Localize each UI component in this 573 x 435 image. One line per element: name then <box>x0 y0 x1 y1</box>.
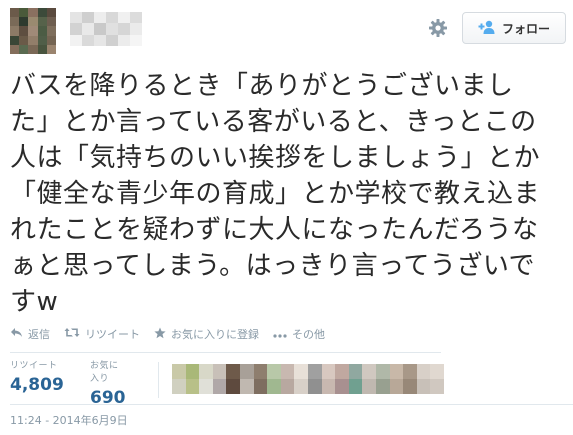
favoriter-avatars-blurred[interactable] <box>172 364 444 394</box>
avatar[interactable] <box>10 8 56 54</box>
tweet-header: フォロー <box>0 0 573 60</box>
divider <box>10 404 573 405</box>
favorite-count-label: お気に入り <box>90 361 119 384</box>
retweet-button[interactable]: リツイート <box>64 326 140 342</box>
star-icon <box>154 327 166 342</box>
user-name-blurred[interactable] <box>70 12 142 46</box>
divider <box>10 352 441 353</box>
more-button[interactable]: その他 <box>273 326 325 342</box>
stats-separator <box>158 362 159 398</box>
tweet-text: バスを降りるとき「ありがとうございまし た」とか言っている客がいると、きっとこの… <box>10 71 541 317</box>
more-label: その他 <box>292 328 325 341</box>
retweet-count-label: リツイート <box>10 361 58 371</box>
favorite-button[interactable]: お気に入りに登録 <box>154 326 259 342</box>
tweet-timestamp[interactable]: 11:24 - 2014年6月9日 <box>10 412 128 428</box>
favorite-count-value: 690 <box>90 388 126 408</box>
favorite-label: お気に入りに登録 <box>171 328 259 341</box>
retweet-count-value: 4,809 <box>10 375 64 395</box>
tweet-actions: 返信 リツイート お気に入りに登録 その他 <box>10 323 325 345</box>
more-icon <box>273 328 287 341</box>
favorite-count[interactable]: お気に入り 690 <box>90 358 126 408</box>
follow-label: フォロー <box>501 21 550 36</box>
retweet-label: リツイート <box>85 328 140 341</box>
follow-button[interactable]: フォロー <box>462 12 566 44</box>
retweet-icon <box>64 327 80 341</box>
reply-icon <box>10 327 23 341</box>
retweet-count[interactable]: リツイート 4,809 <box>10 358 64 395</box>
reply-label: 返信 <box>28 328 50 341</box>
gear-icon[interactable] <box>426 16 450 40</box>
reply-button[interactable]: 返信 <box>10 326 50 342</box>
follow-person-plus-icon <box>478 20 496 37</box>
